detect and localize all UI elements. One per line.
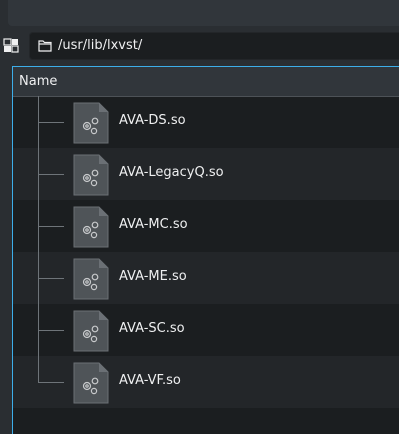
split-view-button[interactable]	[2, 37, 22, 55]
file-row[interactable]: AVA-LegacyQ.so	[13, 148, 399, 200]
tree-branch-connector	[38, 330, 64, 331]
location-toolbar: /usr/lib/lxvst/	[0, 31, 399, 61]
location-path: /usr/lib/lxvst/	[58, 38, 143, 53]
tree-branch-line	[38, 356, 39, 383]
file-name: AVA-VF.so	[119, 373, 181, 388]
shared-library-file-icon	[73, 154, 109, 196]
column-header-name[interactable]: Name	[13, 67, 399, 97]
file-list: AVA-DS.so AVA-LegacyQ.so AVA-MC.so AVA-M…	[13, 96, 399, 408]
file-name: AVA-LegacyQ.so	[119, 165, 224, 180]
file-row[interactable]: AVA-SC.so	[13, 304, 399, 356]
location-bar[interactable]: /usr/lib/lxvst/	[29, 32, 399, 60]
left-panel-edge	[0, 61, 12, 434]
split-view-icon	[3, 38, 19, 53]
folder-icon	[38, 40, 52, 52]
shared-library-file-icon	[73, 102, 109, 144]
tree-branch-connector	[38, 226, 64, 227]
shared-library-file-icon	[73, 206, 109, 248]
tree-branch-connector	[38, 174, 64, 175]
file-name: AVA-ME.so	[119, 269, 187, 284]
tree-branch-connector	[38, 382, 64, 383]
tree-branch-connector	[38, 278, 64, 279]
file-name: AVA-DS.so	[119, 113, 186, 128]
file-list-panel[interactable]: Name AVA-DS.so AVA-LegacyQ.so AVA-MC.so …	[12, 66, 399, 434]
column-header-label: Name	[19, 74, 58, 89]
file-row[interactable]: AVA-ME.so	[13, 252, 399, 304]
shared-library-file-icon	[73, 310, 109, 352]
file-name: AVA-SC.so	[119, 321, 185, 336]
file-name: AVA-MC.so	[119, 217, 188, 232]
shared-library-file-icon	[73, 258, 109, 300]
top-input-area	[8, 0, 399, 26]
tree-branch-connector	[38, 122, 64, 123]
file-row[interactable]: AVA-MC.so	[13, 200, 399, 252]
shared-library-file-icon	[73, 362, 109, 404]
file-row[interactable]: AVA-DS.so	[13, 96, 399, 148]
window-top-strip	[0, 0, 399, 31]
file-row[interactable]: AVA-VF.so	[13, 356, 399, 408]
